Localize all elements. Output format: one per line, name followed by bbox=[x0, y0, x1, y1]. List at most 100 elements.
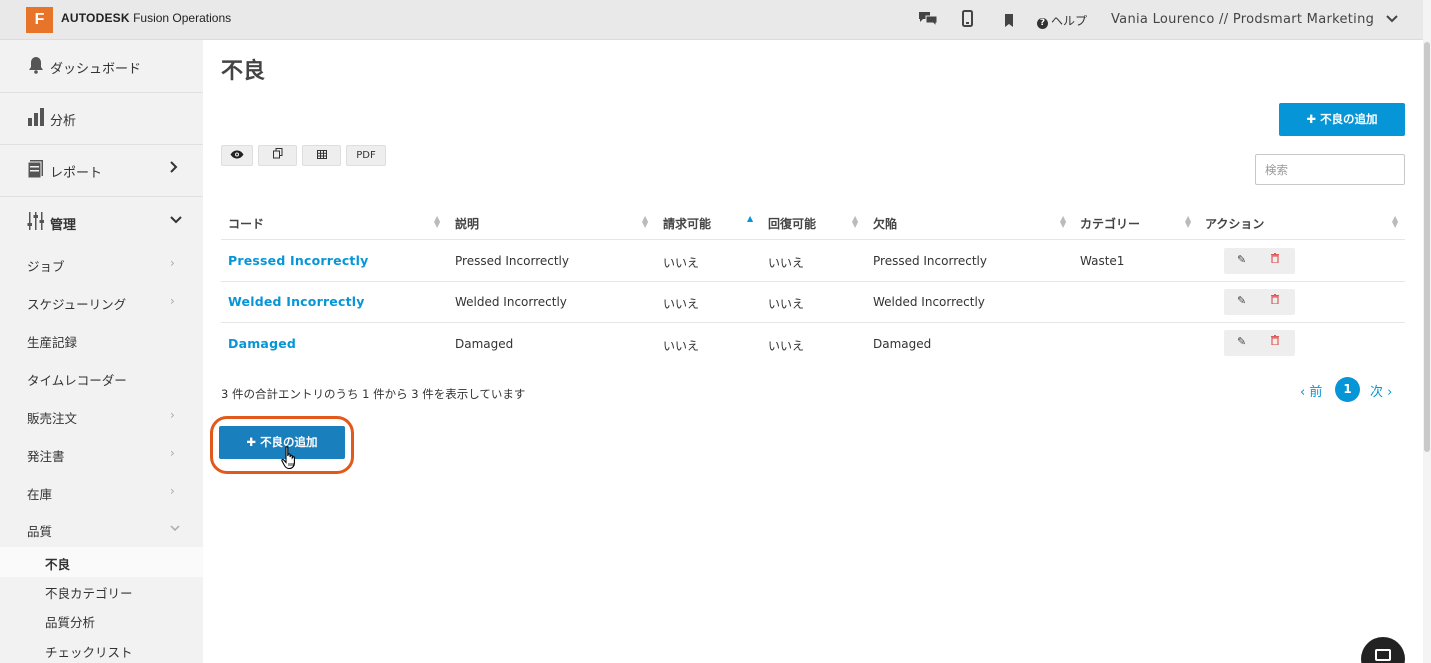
trash-icon[interactable] bbox=[1271, 294, 1279, 307]
sidebar-item-scheduling[interactable]: スケジューリング › bbox=[0, 283, 203, 321]
brand-name: AUTODESK Fusion Operations bbox=[61, 11, 232, 25]
table-icon bbox=[316, 150, 327, 161]
user-menu[interactable]: Vania Lourenco // Prodsmart Marketing bbox=[1111, 12, 1398, 27]
pagination-next[interactable]: 次 › bbox=[1370, 381, 1392, 400]
row-actions: ✎ bbox=[1224, 289, 1295, 315]
column-visibility-button[interactable] bbox=[221, 145, 253, 166]
mobile-icon[interactable] bbox=[962, 10, 973, 31]
top-bar: F AUTODESK Fusion Operations ? ヘルプ Vania … bbox=[0, 0, 1423, 40]
pagination-page[interactable]: 1 bbox=[1335, 377, 1360, 402]
header-divider bbox=[221, 239, 1405, 240]
defect-code-link[interactable]: Welded Incorrectly bbox=[228, 294, 365, 309]
chevron-right-icon: › bbox=[170, 256, 175, 270]
sort-icon: ▲ ▼ bbox=[1392, 214, 1399, 229]
sidebar-subitem-quality-analysis[interactable]: 品質分析 bbox=[0, 605, 203, 635]
row-actions: ✎ bbox=[1224, 248, 1295, 274]
chevron-down-icon bbox=[170, 520, 180, 534]
chevron-right-icon bbox=[170, 161, 178, 177]
sidebar-subitem-defects[interactable]: 不良 bbox=[0, 547, 203, 577]
cell-billable: いいえ bbox=[663, 256, 700, 270]
cell-recoverable: いいえ bbox=[768, 339, 805, 353]
sliders-icon bbox=[27, 212, 45, 234]
trash-icon[interactable] bbox=[1271, 253, 1279, 266]
cell-billable: いいえ bbox=[663, 297, 700, 311]
sidebar-item-admin[interactable]: 管理 bbox=[0, 196, 203, 248]
bar-chart-icon bbox=[27, 108, 45, 130]
sidebar-item-inventory[interactable]: 在庫 › bbox=[0, 473, 203, 511]
plus-icon: ✚ bbox=[1306, 112, 1321, 126]
table-info: 3 件の合計エントリのうち 1 件から 3 件を表示しています bbox=[221, 387, 526, 401]
sidebar-subitem-checklists[interactable]: チェックリスト bbox=[0, 635, 203, 663]
report-icon bbox=[27, 160, 45, 182]
chevron-right-icon: › bbox=[170, 446, 175, 460]
cell-description: Damaged bbox=[455, 337, 514, 351]
cell-category: Waste1 bbox=[1080, 254, 1125, 268]
column-header-description[interactable]: 説明 bbox=[455, 215, 479, 232]
cell-description: Pressed Incorrectly bbox=[455, 254, 569, 268]
cell-recoverable: いいえ bbox=[768, 297, 805, 311]
edit-icon[interactable]: ✎ bbox=[1237, 253, 1246, 266]
sidebar-item-sales-orders[interactable]: 販売注文 › bbox=[0, 397, 203, 435]
sidebar-item-purchase-orders[interactable]: 発注書 › bbox=[0, 435, 203, 473]
chevron-right-icon: › bbox=[170, 408, 175, 422]
chat-icon bbox=[1375, 649, 1391, 661]
sidebar-item-dashboard[interactable]: ダッシュボード bbox=[0, 40, 203, 92]
chevron-down-icon bbox=[1382, 13, 1398, 26]
edit-icon[interactable]: ✎ bbox=[1237, 294, 1246, 307]
sort-icon: ▲ ▼ bbox=[852, 214, 859, 229]
sort-icon: ▲ ▼ bbox=[434, 214, 441, 229]
sidebar-item-time-recorder[interactable]: タイムレコーダー bbox=[0, 359, 203, 397]
plus-icon: ✚ bbox=[246, 435, 261, 449]
cell-billable: いいえ bbox=[663, 339, 700, 353]
sidebar-item-quality[interactable]: 品質 bbox=[0, 510, 203, 548]
defect-code-link[interactable]: Pressed Incorrectly bbox=[228, 253, 368, 268]
chat-icon[interactable] bbox=[917, 10, 939, 32]
chevron-right-icon: › bbox=[170, 484, 175, 498]
scrollbar[interactable] bbox=[1423, 0, 1431, 663]
cell-recoverable: いいえ bbox=[768, 256, 805, 270]
sort-icon: ▲ ▼ bbox=[1060, 214, 1067, 229]
page-title: 不良 bbox=[221, 59, 266, 84]
pagination-prev[interactable]: ‹ 前 bbox=[1300, 381, 1322, 400]
defect-code-link[interactable]: Damaged bbox=[228, 336, 296, 351]
sidebar-item-reports[interactable]: レポート bbox=[0, 144, 203, 196]
excel-export-button[interactable] bbox=[302, 145, 341, 166]
cell-defect: Pressed Incorrectly bbox=[873, 254, 987, 268]
column-header-actions[interactable]: アクション bbox=[1205, 215, 1264, 232]
row-divider bbox=[221, 281, 1405, 282]
sidebar-item-analytics[interactable]: 分析 bbox=[0, 92, 203, 144]
column-header-defect[interactable]: 欠陥 bbox=[873, 215, 897, 232]
sidebar: ダッシュボード 分析 レポート 管理 ジョブ › スケジューリング › 生産記録… bbox=[0, 40, 203, 663]
row-actions: ✎ bbox=[1224, 330, 1295, 356]
fusion-logo[interactable]: F bbox=[26, 7, 53, 33]
scrollbar-thumb[interactable] bbox=[1424, 42, 1430, 452]
row-divider bbox=[221, 322, 1405, 323]
eye-icon bbox=[230, 150, 244, 161]
search-input[interactable] bbox=[1255, 154, 1405, 185]
pdf-export-button[interactable]: PDF bbox=[346, 145, 386, 166]
chevron-left-icon: ‹ bbox=[1300, 385, 1306, 400]
cell-defect: Welded Incorrectly bbox=[873, 295, 985, 309]
sidebar-item-jobs[interactable]: ジョブ › bbox=[0, 245, 203, 283]
chevron-right-icon: › bbox=[170, 294, 175, 308]
chevron-right-icon: › bbox=[1387, 385, 1393, 400]
support-chat-button[interactable] bbox=[1361, 637, 1405, 663]
add-defect-button-top[interactable]: ✚ 不良の追加 bbox=[1279, 103, 1405, 136]
cell-description: Welded Incorrectly bbox=[455, 295, 567, 309]
bell-icon bbox=[27, 56, 45, 78]
column-header-billable[interactable]: 請求可能 bbox=[663, 215, 711, 232]
copy-button[interactable] bbox=[258, 145, 297, 166]
trash-icon[interactable] bbox=[1271, 335, 1279, 348]
sidebar-item-production-records[interactable]: 生産記録 bbox=[0, 321, 203, 359]
column-header-category[interactable]: カテゴリー bbox=[1080, 215, 1140, 232]
column-header-recoverable[interactable]: 回復可能 bbox=[768, 215, 816, 232]
sort-icon: ▲ ▼ bbox=[642, 214, 649, 229]
sidebar-subitem-defect-categories[interactable]: 不良カテゴリー bbox=[0, 576, 203, 606]
sort-asc-icon: ▲ bbox=[747, 214, 754, 223]
hand-cursor-icon bbox=[281, 446, 299, 473]
chevron-down-icon bbox=[170, 213, 182, 228]
edit-icon[interactable]: ✎ bbox=[1237, 335, 1246, 348]
bookmark-icon[interactable] bbox=[1004, 13, 1014, 31]
column-header-code[interactable]: コード bbox=[228, 215, 264, 232]
help-link[interactable]: ? ヘルプ bbox=[1037, 12, 1087, 29]
